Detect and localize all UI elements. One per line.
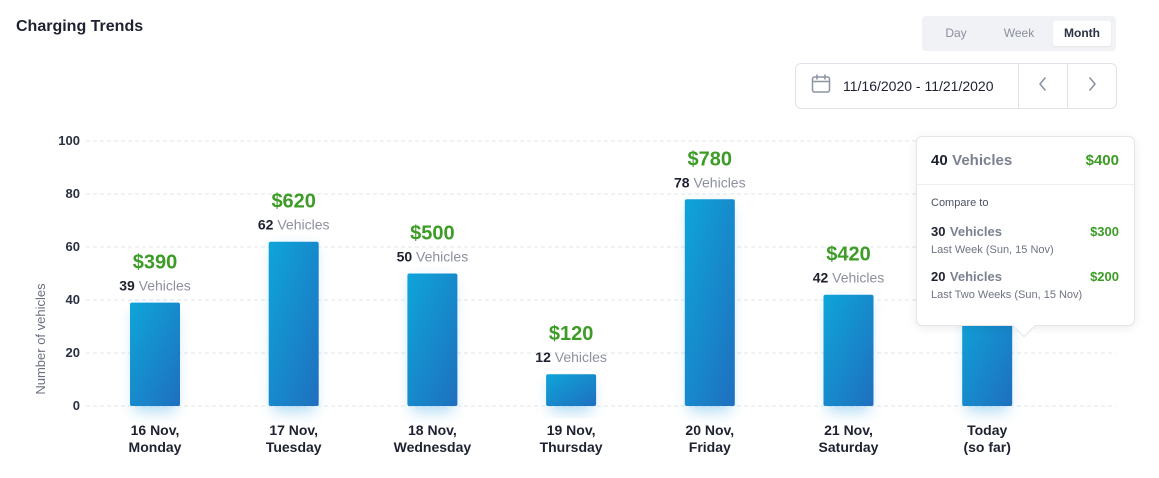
x-tick-label: 16 Nov, — [131, 422, 180, 438]
bar-revenue-label: $620 — [271, 191, 316, 213]
x-tick-label: Today — [967, 422, 1007, 438]
bar-revenue-label: $780 — [688, 148, 733, 170]
x-tick-label: Saturday — [819, 439, 879, 455]
bar-count-label: 39 Vehicles — [119, 278, 191, 294]
bar-revenue-label: $420 — [826, 244, 871, 266]
y-tick-label: 80 — [66, 186, 80, 201]
bar — [823, 294, 874, 406]
y-tick-label: 100 — [58, 133, 80, 148]
bar — [546, 374, 597, 406]
x-tick-label: 18 Nov, — [408, 422, 457, 438]
tooltip-compare-label: Compare to — [931, 197, 989, 209]
x-tick-label: 21 Nov, — [824, 422, 873, 438]
tooltip-comparison: 30 Vehicles $300 Last Week (Sun, 15 Nov) — [931, 223, 1119, 256]
bar-revenue-label: $500 — [410, 223, 455, 245]
comparison-unit: Vehicles — [949, 269, 1002, 284]
bar-revenue-label: $120 — [549, 323, 594, 345]
y-tick-label: 20 — [66, 345, 80, 360]
bar-count-label: 12 Vehicles — [535, 349, 607, 365]
comparison-revenue: $300 — [1090, 224, 1119, 239]
y-axis-label: Number of vehicles — [33, 283, 48, 395]
x-tick-label: 19 Nov, — [547, 422, 596, 438]
x-tick-label: Thursday — [540, 439, 603, 455]
bar — [407, 273, 458, 406]
bar — [268, 241, 319, 406]
bar-count-label: 42 Vehicles — [813, 270, 885, 286]
x-tick-label: Wednesday — [394, 439, 472, 455]
tooltip-header: 40 Vehicles $400 — [917, 137, 1134, 185]
bar — [130, 302, 180, 406]
y-tick-label: 0 — [73, 398, 80, 413]
bar-count-label: 50 Vehicles — [397, 249, 469, 265]
tooltip-comparison: 20 Vehicles $200 Last Two Weeks (Sun, 15… — [931, 268, 1119, 301]
comparison-period: Last Two Weeks (Sun, 15 Nov) — [931, 289, 1083, 301]
bar-revenue-label: $390 — [133, 252, 178, 274]
x-tick-label: (so far) — [963, 439, 1010, 455]
x-tick-label: 17 Nov, — [269, 422, 318, 438]
comparison-unit: Vehicles — [949, 224, 1002, 239]
tooltip-revenue: $400 — [1085, 152, 1119, 169]
tooltip-count: 40 — [931, 151, 948, 169]
x-tick-label: Friday — [689, 439, 731, 455]
x-tick-label: Tuesday — [266, 439, 322, 455]
comparison-revenue: $200 — [1090, 269, 1119, 284]
y-tick-label: 40 — [66, 292, 80, 307]
bar-count-label: 62 Vehicles — [258, 217, 330, 233]
bar-tooltip: 40 Vehicles $400 Compare to 30 Vehicles … — [916, 136, 1135, 338]
comparison-period: Last Week (Sun, 15 Nov) — [931, 244, 1054, 256]
comparison-count: 30 — [931, 224, 946, 239]
x-tick-label: 20 Nov, — [685, 422, 734, 438]
bar — [684, 199, 735, 406]
y-tick-label: 60 — [66, 239, 80, 254]
x-tick-label: Monday — [129, 439, 182, 455]
comparison-count: 20 — [931, 269, 946, 284]
tooltip-unit: Vehicles — [952, 151, 1013, 169]
bar-count-label: 78 Vehicles — [674, 174, 746, 190]
